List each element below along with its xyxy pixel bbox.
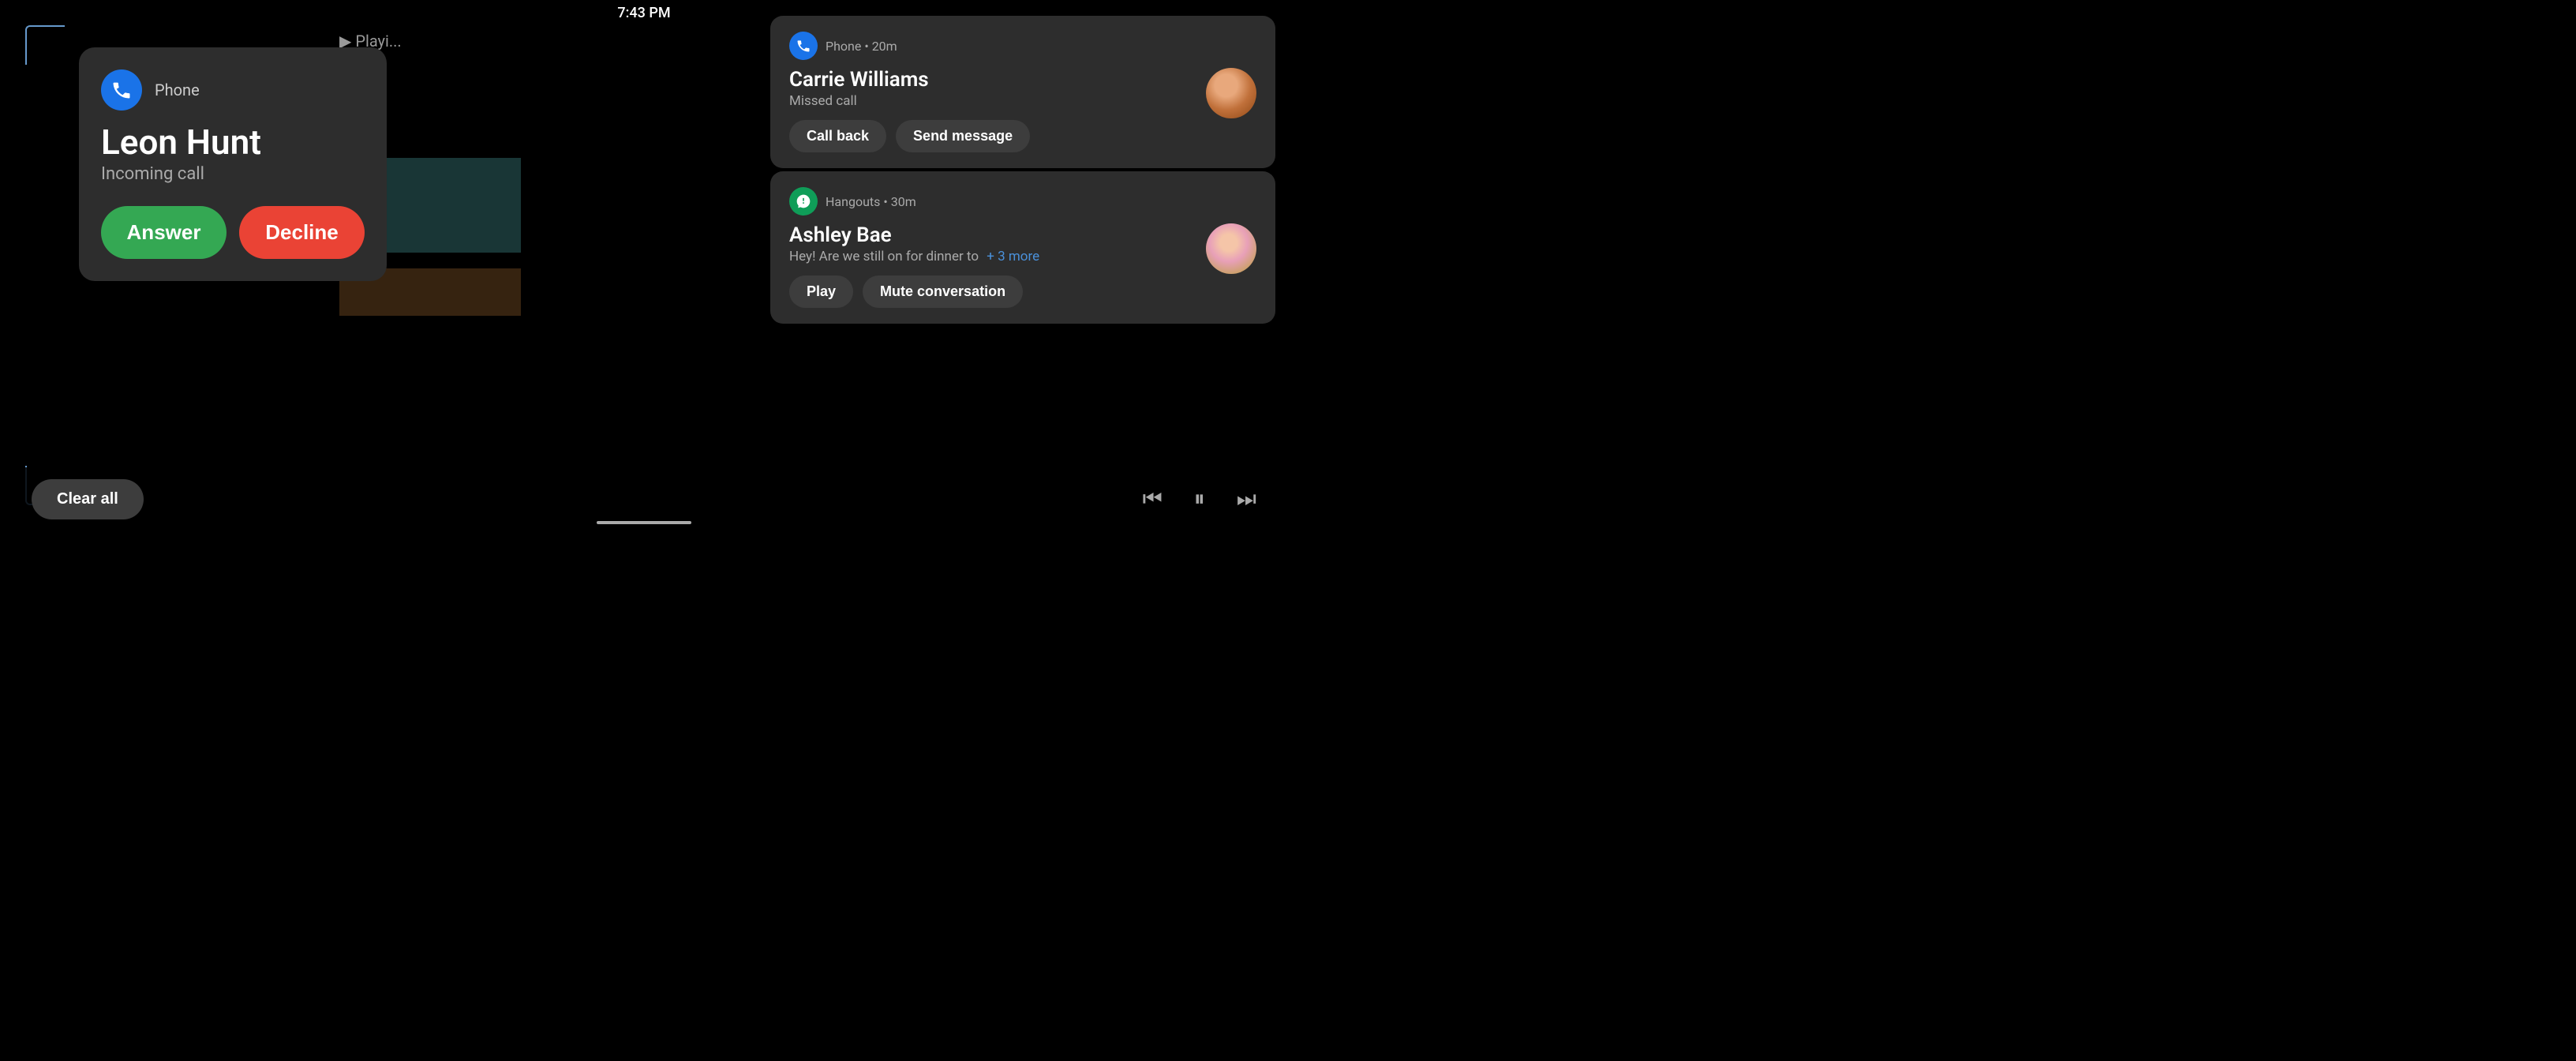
notif-1-header: Phone • 20m [789, 32, 1256, 60]
notif-1-avatar [1206, 68, 1256, 118]
call-actions: Answer Decline [101, 206, 365, 259]
notif-2-text: Ashley Bae Hey! Are we still on for dinn… [789, 223, 1193, 308]
send-message-button[interactable]: Send message [896, 120, 1030, 152]
call-status: Incoming call [101, 164, 365, 184]
notif-1-body: Carrie Williams Missed call Call back Se… [789, 68, 1256, 152]
notif-2-contact: Ashley Bae [789, 223, 1193, 247]
incoming-call-card: Phone Leon Hunt Incoming call Answer Dec… [79, 47, 387, 281]
notif-1-app-icon [789, 32, 818, 60]
mute-conversation-button[interactable]: Mute conversation [863, 276, 1023, 308]
home-indicator [597, 521, 691, 524]
play-button[interactable]: Play [789, 276, 853, 308]
notif-1-subtext: Missed call [789, 93, 1193, 109]
next-button[interactable]: ⏭ [1237, 486, 1256, 512]
prev-button[interactable]: ⏮ [1143, 486, 1163, 512]
notif-1-contact: Carrie Williams [789, 68, 1193, 92]
corner-top-left [25, 25, 65, 65]
clock: 7:43 PM [617, 5, 670, 21]
notif-2-actions: Play Mute conversation [789, 276, 1193, 308]
status-bar: 7:43 PM [0, 0, 1288, 26]
hangouts-icon [796, 193, 811, 209]
phone-app-icon [101, 69, 142, 111]
caller-name: Leon Hunt [101, 123, 365, 161]
notif-2-app-icon [789, 187, 818, 216]
phone-icon-small [796, 38, 811, 54]
media-controls: ⏮ ⏸ ⏭ [1143, 486, 1256, 512]
phone-icon [110, 79, 133, 101]
notification-card-1: Phone • 20m Carrie Williams Missed call … [770, 16, 1275, 168]
notification-card-2: Hangouts • 30m Ashley Bae Hey! Are we st… [770, 171, 1275, 324]
decline-button[interactable]: Decline [239, 206, 365, 259]
call-back-button[interactable]: Call back [789, 120, 886, 152]
notifications-panel: Phone • 20m Carrie Williams Missed call … [770, 16, 1275, 324]
answer-button[interactable]: Answer [101, 206, 227, 259]
more-link: + 3 more [987, 249, 1039, 264]
call-card-header: Phone [101, 69, 365, 111]
call-app-name: Phone [155, 81, 200, 99]
pause-button[interactable]: ⏸ [1194, 486, 1205, 512]
notif-1-app-info: Phone • 20m [826, 39, 897, 54]
notif-1-text: Carrie Williams Missed call Call back Se… [789, 68, 1193, 152]
clear-all-button[interactable]: Clear all [32, 479, 144, 519]
notif-2-header: Hangouts • 30m [789, 187, 1256, 216]
notif-2-app-info: Hangouts • 30m [826, 194, 916, 209]
notif-1-actions: Call back Send message [789, 120, 1193, 152]
notif-2-subtext: Hey! Are we still on for dinner to + 3 m… [789, 249, 1193, 264]
notif-2-body: Ashley Bae Hey! Are we still on for dinn… [789, 223, 1256, 308]
notif-2-avatar [1206, 223, 1256, 274]
